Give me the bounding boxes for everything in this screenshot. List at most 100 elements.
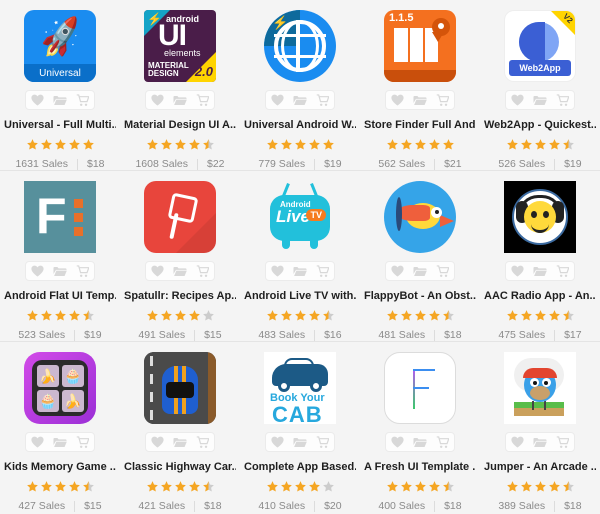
rating-star bbox=[414, 139, 426, 150]
app-title[interactable]: Android Flat UI Temp... bbox=[4, 290, 116, 302]
app-thumbnail[interactable]: 🍌 🧁 🧁 🍌 bbox=[24, 352, 96, 424]
heart-icon[interactable] bbox=[27, 91, 47, 109]
app-card[interactable]: A Fresh UI Template ... 400 Sales $18 bbox=[360, 342, 480, 512]
app-card[interactable]: Classic Highway Car... 421 Sales $18 bbox=[120, 342, 240, 512]
app-card[interactable]: F Android Flat UI Temp... 523 Sales $19 bbox=[0, 171, 120, 341]
cart-icon[interactable] bbox=[193, 433, 213, 451]
app-title[interactable]: Kids Memory Game ... bbox=[4, 461, 116, 473]
heart-icon[interactable] bbox=[267, 262, 287, 280]
app-card[interactable]: ⚡ Universal Android W... 779 Sales $19 bbox=[240, 0, 360, 170]
cart-icon[interactable] bbox=[73, 433, 93, 451]
app-title[interactable]: Classic Highway Car... bbox=[124, 461, 236, 473]
app-thumbnail[interactable]: 🚀 Universal bbox=[24, 10, 96, 82]
folder-icon[interactable] bbox=[530, 433, 550, 451]
cart-icon[interactable] bbox=[433, 262, 453, 280]
app-title[interactable]: FlappyBot - An Obst... bbox=[364, 290, 476, 302]
app-title[interactable]: AAC Radio App - An... bbox=[484, 290, 596, 302]
app-title[interactable]: Spatullr: Recipes Ap... bbox=[124, 290, 236, 302]
folder-icon[interactable] bbox=[290, 91, 310, 109]
app-thumbnail[interactable] bbox=[144, 181, 216, 253]
app-card[interactable]: Book Your CAB Complete App Based.. 410 Sale… bbox=[240, 342, 360, 512]
app-thumbnail[interactable]: ⚡ android UI elements MATERIAL DESIGN 2.0 bbox=[144, 10, 216, 82]
app-meta: 481 Sales $18 bbox=[378, 329, 461, 341]
app-card[interactable]: Android Live TV Android Live TV with... 483 … bbox=[240, 171, 360, 341]
cart-icon[interactable] bbox=[553, 91, 573, 109]
app-thumbnail[interactable]: 1.1.5 bbox=[384, 10, 456, 82]
folder-icon[interactable] bbox=[290, 433, 310, 451]
app-meta: 1608 Sales $22 bbox=[135, 158, 224, 170]
cart-icon[interactable] bbox=[313, 433, 333, 451]
app-title[interactable]: Android Live TV with... bbox=[244, 290, 356, 302]
app-title[interactable]: Complete App Based.. bbox=[244, 461, 356, 473]
app-thumbnail[interactable]: V2 Web2App bbox=[504, 10, 576, 82]
app-thumbnail[interactable]: ⚡ bbox=[264, 10, 336, 82]
folder-icon[interactable] bbox=[50, 433, 70, 451]
cart-icon[interactable] bbox=[193, 91, 213, 109]
app-thumbnail[interactable] bbox=[384, 181, 456, 253]
app-thumbnail[interactable]: F bbox=[24, 181, 96, 253]
folder-icon[interactable] bbox=[530, 262, 550, 280]
app-thumbnail[interactable] bbox=[144, 352, 216, 424]
app-card[interactable]: 🚀 Universal Universal - Full Multi... 1631 … bbox=[0, 0, 120, 170]
heart-icon[interactable] bbox=[267, 91, 287, 109]
app-title[interactable]: Universal - Full Multi... bbox=[4, 119, 116, 131]
heart-icon[interactable] bbox=[27, 262, 47, 280]
cart-icon[interactable] bbox=[313, 262, 333, 280]
app-title[interactable]: Jumper - An Arcade ... bbox=[484, 461, 596, 473]
rating-star bbox=[266, 139, 278, 150]
heart-icon[interactable] bbox=[147, 91, 167, 109]
app-thumbnail[interactable]: Android Live TV bbox=[264, 181, 336, 253]
folder-icon[interactable] bbox=[170, 433, 190, 451]
folder-icon[interactable] bbox=[170, 91, 190, 109]
cart-icon[interactable] bbox=[73, 262, 93, 280]
folder-icon[interactable] bbox=[50, 91, 70, 109]
cart-icon[interactable] bbox=[553, 433, 573, 451]
cart-icon[interactable] bbox=[193, 262, 213, 280]
heart-icon[interactable] bbox=[387, 433, 407, 451]
cart-icon[interactable] bbox=[433, 91, 453, 109]
folder-icon[interactable] bbox=[410, 262, 430, 280]
heart-icon[interactable] bbox=[147, 433, 167, 451]
rating-star bbox=[54, 310, 66, 321]
app-card[interactable]: Spatullr: Recipes Ap... 491 Sales $15 bbox=[120, 171, 240, 341]
app-title[interactable]: Store Finder Full And... bbox=[364, 119, 476, 131]
heart-icon[interactable] bbox=[387, 262, 407, 280]
rating-star bbox=[442, 139, 454, 150]
heart-icon[interactable] bbox=[507, 433, 527, 451]
app-thumbnail[interactable] bbox=[504, 352, 576, 424]
app-card[interactable]: 🍌 🧁 🧁 🍌 Kids Memory Game ... 427 Sales $15 bbox=[0, 342, 120, 512]
heart-icon[interactable] bbox=[27, 433, 47, 451]
app-card[interactable]: 1.1.5 Store Finder Full And... 562 Sales $2… bbox=[360, 0, 480, 170]
app-thumbnail[interactable]: Book Your CAB bbox=[264, 352, 336, 424]
folder-icon[interactable] bbox=[410, 91, 430, 109]
app-thumbnail[interactable] bbox=[504, 181, 576, 253]
cart-icon[interactable] bbox=[553, 262, 573, 280]
cart-icon[interactable] bbox=[433, 433, 453, 451]
folder-icon[interactable] bbox=[410, 433, 430, 451]
cart-icon[interactable] bbox=[73, 91, 93, 109]
meta-divider bbox=[314, 158, 316, 170]
app-title[interactable]: Universal Android W... bbox=[244, 119, 356, 131]
app-title[interactable]: Web2App - Quickest... bbox=[484, 119, 596, 131]
folder-icon[interactable] bbox=[290, 262, 310, 280]
folder-icon[interactable] bbox=[50, 262, 70, 280]
heart-icon[interactable] bbox=[387, 91, 407, 109]
folder-icon[interactable] bbox=[170, 262, 190, 280]
heart-icon[interactable] bbox=[507, 91, 527, 109]
grid-row: 🍌 🧁 🧁 🍌 Kids Memory Game ... 427 Sales $15 Clas… bbox=[0, 342, 600, 513]
app-card[interactable]: FlappyBot - An Obst... 481 Sales $18 bbox=[360, 171, 480, 341]
app-title[interactable]: Material Design UI A... bbox=[124, 119, 236, 131]
app-thumbnail[interactable] bbox=[384, 352, 456, 424]
app-card[interactable]: ⚡ android UI elements MATERIAL DESIGN 2.0 Mater… bbox=[120, 0, 240, 170]
cart-icon[interactable] bbox=[313, 91, 333, 109]
heart-icon[interactable] bbox=[267, 433, 287, 451]
app-title[interactable]: A Fresh UI Template ... bbox=[364, 461, 476, 473]
heart-icon[interactable] bbox=[147, 262, 167, 280]
heart-icon[interactable] bbox=[507, 262, 527, 280]
app-card[interactable]: Jumper - An Arcade ... 389 Sales $18 bbox=[480, 342, 600, 512]
app-card[interactable]: V2 Web2App Web2App - Quickest... 526 Sales $… bbox=[480, 0, 600, 170]
rating-star bbox=[520, 139, 532, 150]
app-price: $18 bbox=[204, 500, 222, 512]
app-card[interactable]: AAC Radio App - An... 475 Sales $17 bbox=[480, 171, 600, 341]
folder-icon[interactable] bbox=[530, 91, 550, 109]
